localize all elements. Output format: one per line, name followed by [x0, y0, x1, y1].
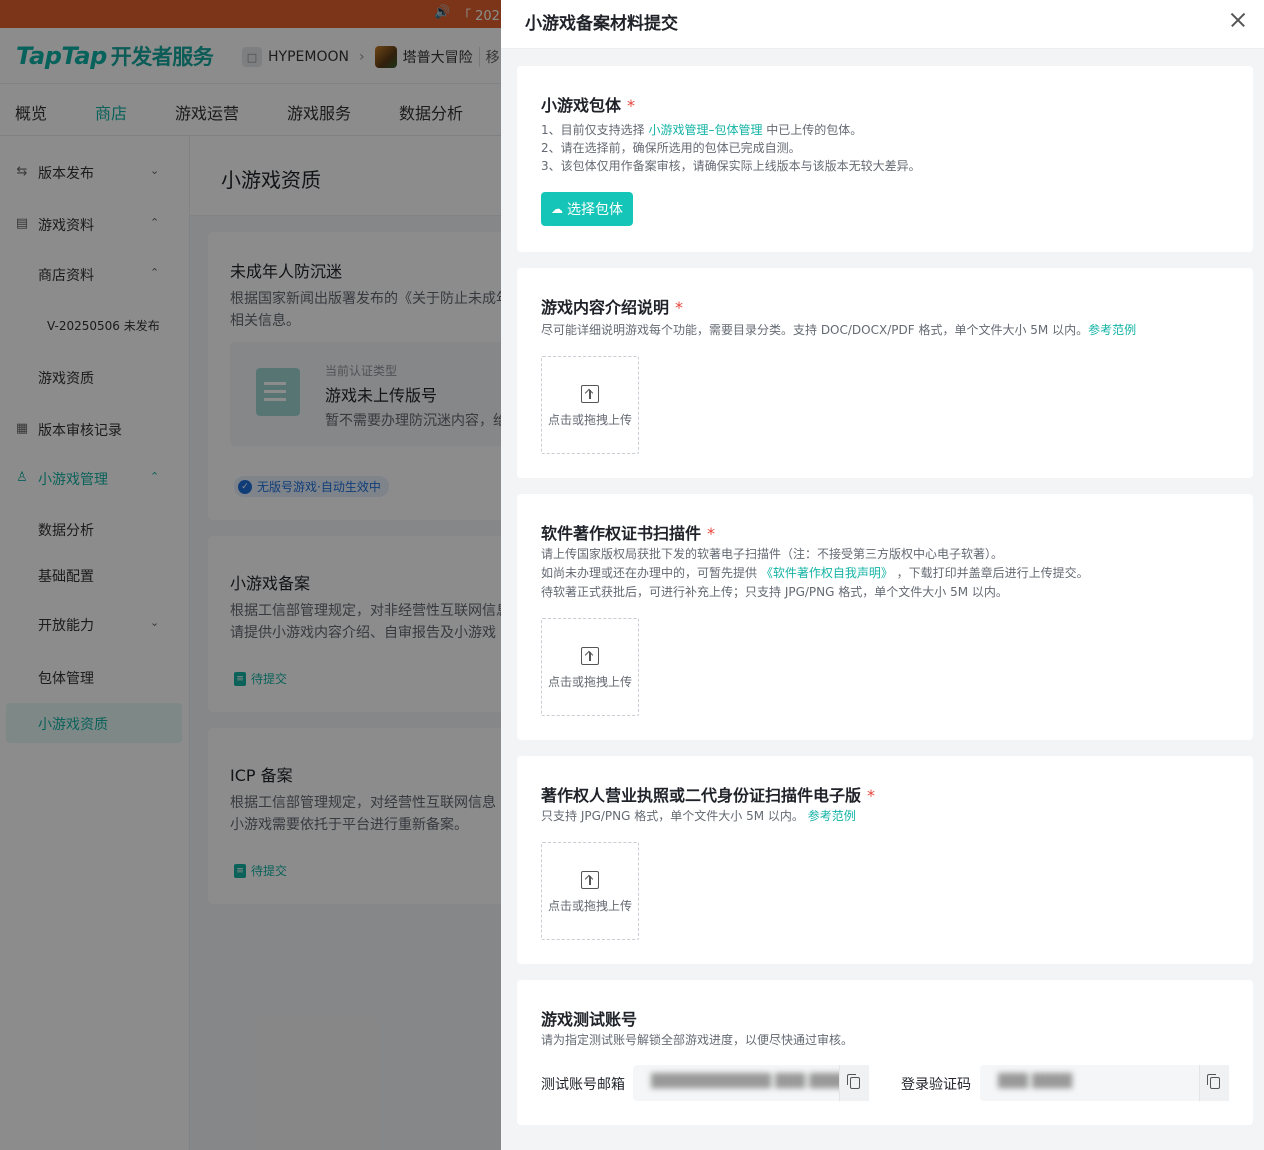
- package-note-1: 1、目前仅支持选择 小游戏管理–包体管理 中已上传的包体。: [541, 123, 863, 137]
- copy-email-button[interactable]: [839, 1065, 869, 1101]
- copy-code-button[interactable]: [1199, 1065, 1229, 1101]
- copyright-upload[interactable]: 点击或拖拽上传: [541, 618, 639, 716]
- copy-icon: [1206, 1074, 1220, 1089]
- section-package: 小游戏包体 * 1、目前仅支持选择 小游戏管理–包体管理 中已上传的包体。 2、请…: [517, 66, 1253, 252]
- section-title: 著作权人营业执照或二代身份证扫描件电子版 *: [541, 786, 876, 805]
- drawer-header: 小游戏备案材料提交: [501, 0, 1264, 49]
- copyright-note-2: 如尚未办理或还在办理中的，可暂先提供 《软件著作权自我声明》 ，下载打印并盖章后…: [541, 566, 1089, 580]
- license-note: 只支持 JPG/PNG 格式，单个文件大小 5M 以内。 参考范例: [541, 809, 856, 823]
- filing-drawer: 小游戏备案材料提交 小游戏包体 * 1、目前仅支持选择 小游戏管理–包体管理 中已…: [501, 0, 1264, 1150]
- email-label: 测试账号邮箱: [541, 1077, 625, 1093]
- section-title: 游戏测试账号: [541, 1010, 638, 1029]
- copyright-note-3: 待软著正式获批后，可进行补充上传；只支持 JPG/PNG 格式，单个文件大小 5…: [541, 585, 1008, 599]
- upload-icon: [581, 647, 599, 665]
- copyright-note-1: 请上传国家版权局获批下发的软著电子扫描件（注：不接受第三方版权中心电子软著）。: [541, 547, 1004, 561]
- section-title: 游戏内容介绍说明 *: [541, 298, 684, 317]
- section-test-account: 游戏测试账号 请为指定测试账号解锁全部游戏进度，以便尽快通过审核。 测试账号邮箱…: [517, 980, 1253, 1125]
- package-note-3: 3、该包体仅用作备案审核，请确保实际上线版本与该版本无较大差异。: [541, 159, 921, 173]
- upload-icon: [581, 385, 599, 403]
- cloud-upload-icon: ☁: [551, 202, 563, 216]
- copy-icon: [846, 1074, 860, 1089]
- self-declaration-link[interactable]: 《软件著作权自我声明》: [761, 566, 893, 580]
- example-link[interactable]: 参考范例: [1088, 323, 1136, 337]
- code-label: 登录验证码: [901, 1077, 971, 1093]
- section-title: 小游戏包体 *: [541, 96, 636, 115]
- drawer-title: 小游戏备案材料提交: [525, 14, 678, 34]
- test-account-note: 请为指定测试账号解锁全部游戏进度，以便尽快通过审核。: [541, 1033, 854, 1047]
- section-copyright: 软件著作权证书扫描件 * 请上传国家版权局获批下发的软著电子扫描件（注：不接受第三…: [517, 494, 1253, 740]
- login-code-field[interactable]: ███ ████: [980, 1065, 1229, 1101]
- section-content-intro: 游戏内容介绍说明 * 尽可能详细说明游戏每个功能，需要目录分类。支持 DOC/DO…: [517, 268, 1253, 478]
- test-email-field[interactable]: ████████████ ███ ████...: [633, 1065, 869, 1101]
- upload-icon: [581, 871, 599, 889]
- section-title: 软件著作权证书扫描件 *: [541, 524, 716, 543]
- license-upload[interactable]: 点击或拖拽上传: [541, 842, 639, 940]
- close-icon[interactable]: [1226, 8, 1250, 32]
- package-note-2: 2、请在选择前，确保所选用的包体已完成自测。: [541, 141, 801, 155]
- example-link[interactable]: 参考范例: [808, 809, 856, 823]
- package-mgmt-link[interactable]: 小游戏管理–包体管理: [648, 123, 762, 137]
- select-package-button[interactable]: ☁ 选择包体: [541, 192, 633, 226]
- section-license: 著作权人营业执照或二代身份证扫描件电子版 * 只支持 JPG/PNG 格式，单个文…: [517, 756, 1253, 964]
- content-intro-upload[interactable]: 点击或拖拽上传: [541, 356, 639, 454]
- content-intro-note: 尽可能详细说明游戏每个功能，需要目录分类。支持 DOC/DOCX/PDF 格式，…: [541, 323, 1137, 337]
